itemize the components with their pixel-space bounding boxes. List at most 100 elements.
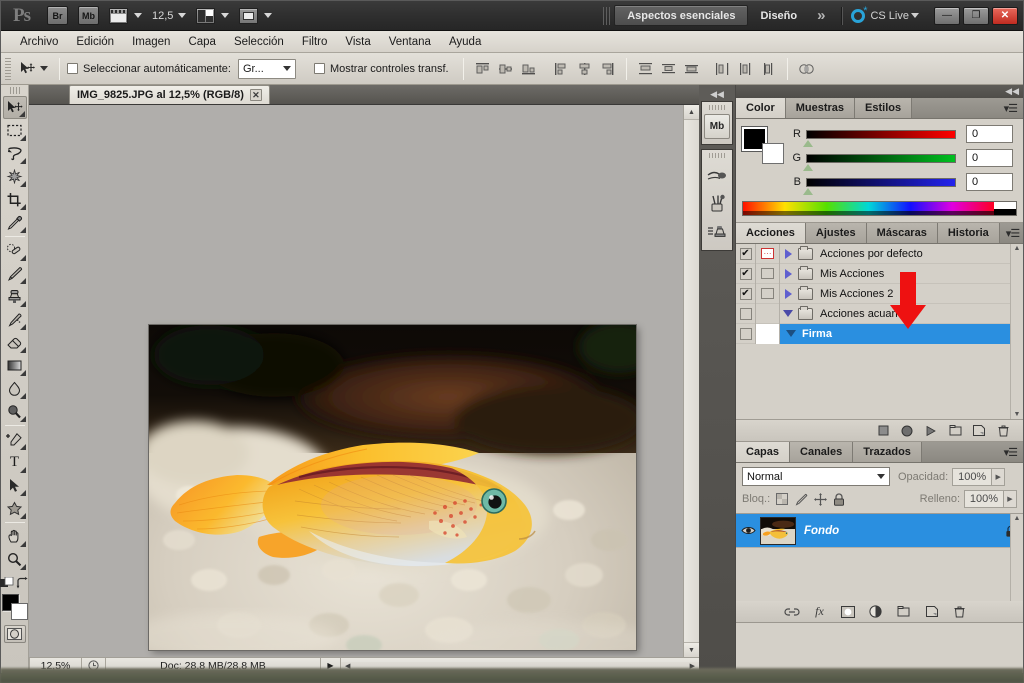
actions-list[interactable]: ··· Acciones por defecto Mis Acciones <box>736 244 1023 420</box>
workspace-essentials-button[interactable]: Aspectos esenciales <box>614 5 749 26</box>
layers-panel-menu-icon[interactable]: ▾☰ <box>998 442 1023 462</box>
expand-toggle[interactable] <box>780 268 796 279</box>
menu-edicion[interactable]: Edición <box>67 36 123 48</box>
expand-panels-button[interactable]: ◀◀ <box>699 87 735 101</box>
action-toggle-cell[interactable] <box>736 323 756 344</box>
spectrum-white-black[interactable] <box>994 202 1016 215</box>
tab-muestras[interactable]: Muestras <box>785 98 856 118</box>
action-dialog-toggle[interactable] <box>761 308 774 319</box>
canvas-vertical-scrollbar[interactable]: ▲ ▼ <box>683 105 699 657</box>
layer-thumbnail[interactable] <box>760 516 796 545</box>
tool-magic-wand[interactable] <box>3 165 27 188</box>
green-value-input[interactable]: 0 <box>966 149 1013 167</box>
menu-vista[interactable]: Vista <box>336 36 379 48</box>
color-swatches[interactable] <box>1 594 28 620</box>
layer-row[interactable]: Fondo <box>736 514 1023 548</box>
align-bottom-edges-icon[interactable] <box>520 61 537 77</box>
document-image[interactable] <box>149 325 636 650</box>
scroll-up-icon[interactable]: ▲ <box>684 105 699 120</box>
menu-ayuda[interactable]: Ayuda <box>440 36 490 48</box>
color-panel-menu-icon[interactable]: ▾☰ <box>998 98 1023 118</box>
document-tab[interactable]: IMG_9825.JPG al 12,5% (RGB/8) ✕ <box>69 85 270 104</box>
new-adjustment-layer-button[interactable] <box>864 602 888 622</box>
scroll-up-icon[interactable]: ▲ <box>1011 514 1023 522</box>
tool-path-selection[interactable] <box>3 474 27 497</box>
create-new-action-button[interactable] <box>967 421 991 441</box>
distribute-horizontal-centers-icon[interactable] <box>737 61 754 77</box>
layers-scrollbar[interactable]: ▲ <box>1010 514 1023 601</box>
green-slider[interactable] <box>803 153 956 171</box>
action-dialog-cell[interactable] <box>756 283 780 304</box>
layer-style-button[interactable]: fx <box>808 602 832 622</box>
fill-stepper[interactable]: ▶ <box>1004 490 1017 508</box>
scroll-down-icon[interactable]: ▼ <box>684 642 699 657</box>
action-enabled-checkbox[interactable] <box>739 327 752 340</box>
menu-filtro[interactable]: Filtro <box>293 36 337 48</box>
tools-panel-grip[interactable] <box>9 87 20 94</box>
opacity-input[interactable]: 100% <box>952 467 993 486</box>
tool-history-brush[interactable] <box>3 308 27 331</box>
align-vertical-centers-icon[interactable] <box>497 61 514 77</box>
color-spectrum-ramp[interactable] <box>742 201 1017 216</box>
show-transform-controls-checkbox[interactable] <box>313 63 325 74</box>
tool-pen[interactable] <box>3 428 27 451</box>
collapse-dock-icon[interactable]: ◀◀ <box>1005 86 1019 97</box>
action-set-name[interactable]: Acciones por defecto <box>818 244 1023 264</box>
tool-eyedropper[interactable] <box>3 211 27 234</box>
mini-bridge-panel-icon[interactable]: Mb <box>704 114 730 139</box>
action-dialog-toggle[interactable] <box>761 268 774 279</box>
rail-grip[interactable] <box>709 105 725 110</box>
scroll-down-icon[interactable]: ▼ <box>1011 411 1023 418</box>
tool-dodge[interactable] <box>3 400 27 423</box>
brush-panel-icon[interactable] <box>704 191 730 216</box>
action-enabled-checkbox[interactable] <box>739 267 752 280</box>
tool-zoom[interactable] <box>3 548 27 571</box>
tab-ajustes[interactable]: Ajustes <box>805 223 867 243</box>
lock-position-icon[interactable] <box>812 491 828 507</box>
tool-crop[interactable] <box>3 188 27 211</box>
tool-blur[interactable] <box>3 377 27 400</box>
rail-grip[interactable] <box>709 153 725 158</box>
lock-transparent-pixels-icon[interactable] <box>774 491 790 507</box>
expand-toggle[interactable] <box>780 248 796 259</box>
tab-acciones[interactable]: Acciones <box>736 223 806 243</box>
red-value-input[interactable]: 0 <box>966 125 1013 143</box>
tool-gradient[interactable] <box>3 354 27 377</box>
action-dialog-cell[interactable]: ··· <box>756 244 780 264</box>
red-slider[interactable] <box>803 129 956 147</box>
current-tool-preset-picker[interactable] <box>15 57 52 81</box>
action-toggle-cell[interactable] <box>736 244 756 264</box>
action-toggle-cell[interactable] <box>736 283 756 304</box>
delete-layer-button[interactable] <box>948 602 972 622</box>
view-extras-dropdown[interactable] <box>109 7 142 24</box>
tab-historia[interactable]: Historia <box>937 223 1000 243</box>
action-dialog-cell[interactable] <box>756 323 780 344</box>
auto-select-checkbox[interactable] <box>67 63 78 74</box>
action-dialog-cell[interactable] <box>756 303 780 324</box>
opacity-stepper[interactable]: ▶ <box>992 467 1006 486</box>
layers-list[interactable]: Fondo ▲ <box>736 513 1023 601</box>
tool-clone-stamp[interactable] <box>3 285 27 308</box>
tool-hand[interactable] <box>3 525 27 548</box>
auto-align-layers-icon[interactable] <box>798 61 815 77</box>
blend-mode-dropdown[interactable]: Normal <box>742 467 890 486</box>
tool-lasso[interactable] <box>3 142 27 165</box>
clone-source-panel-icon[interactable] <box>704 220 730 245</box>
align-horizontal-centers-icon[interactable] <box>576 61 593 77</box>
menu-imagen[interactable]: Imagen <box>123 36 179 48</box>
action-enabled-checkbox[interactable] <box>739 287 752 300</box>
link-layers-button[interactable] <box>780 602 804 622</box>
cs-live-button[interactable]: CS Live <box>851 5 919 23</box>
action-set-row[interactable]: Acciones acuario <box>736 303 1023 324</box>
launch-mini-bridge-button[interactable]: Mb <box>78 6 99 25</box>
action-enabled-checkbox[interactable] <box>739 307 752 320</box>
tab-estilos[interactable]: Estilos <box>855 98 913 118</box>
actions-scrollbar[interactable]: ▲ ▼ <box>1010 244 1023 419</box>
arrange-documents-dropdown[interactable] <box>196 7 230 24</box>
more-workspaces-button[interactable]: » <box>817 7 825 24</box>
create-new-set-button[interactable] <box>943 421 967 441</box>
fill-input[interactable]: 100% <box>964 490 1004 508</box>
align-left-edges-icon[interactable] <box>553 61 570 77</box>
color-panel-swatches[interactable] <box>741 126 784 164</box>
action-toggle-cell[interactable] <box>736 303 756 324</box>
